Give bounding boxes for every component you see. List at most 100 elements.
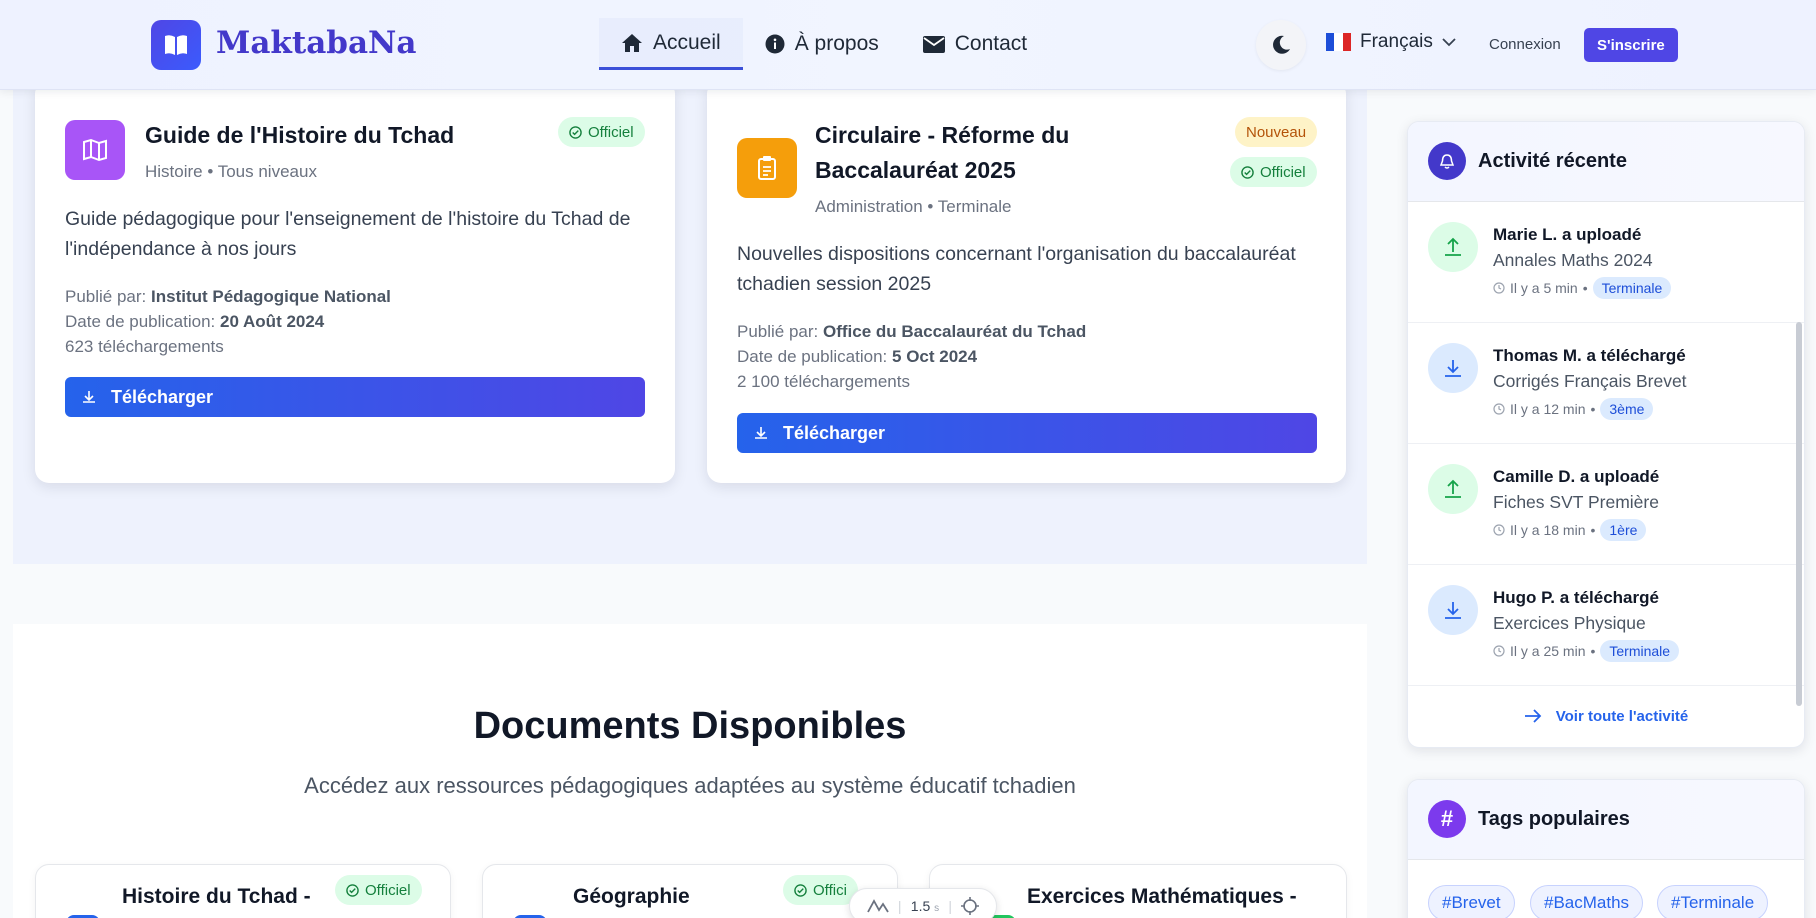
france-flag-icon [1326, 33, 1351, 51]
activity-scrollbar[interactable] [1796, 322, 1802, 706]
download-button-label: Télécharger [783, 422, 886, 443]
document-card-title: Géographie [573, 885, 690, 908]
level-tag[interactable]: 3ème [1600, 398, 1654, 420]
card-info: Publié par: Institut Pédagogique Nationa… [65, 284, 391, 359]
activity-title: Hugo P. a téléchargé [1493, 588, 1659, 607]
activity-title: Thomas M. a téléchargé [1493, 346, 1686, 365]
recent-activity-panel: Activité récente Marie L. a uploadé Anna… [1407, 121, 1805, 748]
activity-file: Exercices Physique [1493, 613, 1646, 633]
official-badge: Officiel [335, 875, 422, 905]
check-circle-icon [1241, 165, 1254, 179]
activity-file: Fiches SVT Première [1493, 492, 1659, 512]
activity-time-text: Il y a 18 min [1510, 522, 1586, 538]
download-button[interactable]: Télécharger [737, 413, 1317, 453]
envelope-icon [922, 35, 945, 53]
official-badge: Officiel [1230, 157, 1317, 187]
download-count: 623 téléchargements [65, 337, 224, 356]
nav-contact[interactable]: Contact [901, 18, 1049, 70]
popular-tags-header: # Tags populaires [1408, 780, 1804, 860]
download-icon [1428, 343, 1478, 393]
activity-time-text: Il y a 12 min [1510, 401, 1586, 417]
chevron-down-icon [1442, 37, 1456, 46]
document-card[interactable]: Histoire du Tchad - Officiel [35, 864, 451, 918]
level-tag[interactable]: 1ère [1600, 519, 1647, 541]
document-card-title: Histoire du Tchad - [122, 885, 311, 908]
level-tag[interactable]: Terminale [1600, 640, 1680, 662]
nav-accueil[interactable]: Accueil [599, 18, 743, 70]
documents-subtitle: Accédez aux ressources pédagogiques adap… [304, 773, 1076, 798]
map-icon [65, 120, 125, 180]
language-select[interactable]: Français [1326, 31, 1456, 53]
download-icon [755, 427, 767, 439]
download-button[interactable]: Télécharger [65, 377, 645, 417]
hashtag-icon: # [1428, 800, 1466, 838]
card-title[interactable]: Guide de l'Histoire du Tchad [145, 118, 454, 153]
official-badge-label: Officiel [365, 881, 411, 899]
activity-time: Il y a 18 min • 1ère [1493, 519, 1647, 541]
theme-toggle-button[interactable] [1256, 20, 1306, 70]
check-circle-icon [569, 125, 582, 139]
published-by-label: Publié par: [737, 322, 819, 341]
info-icon [765, 34, 785, 54]
tag-pill[interactable]: #Terminale [1657, 885, 1769, 918]
moon-icon [1273, 35, 1290, 54]
activity-item[interactable]: Hugo P. a téléchargé Exercices Physique … [1408, 565, 1804, 686]
see-all-label: Voir toute l'activité [1555, 707, 1689, 725]
clock-icon [1493, 403, 1505, 415]
tag-pill[interactable]: #BacMaths [1530, 885, 1644, 918]
date-label: Date de publication: [65, 312, 216, 331]
clock-icon [1493, 524, 1505, 536]
vite-logo-icon[interactable] [866, 899, 889, 913]
level-tag[interactable]: Terminale [1592, 277, 1672, 299]
floating-toolbar: | 1.5 s | [849, 888, 997, 918]
crosshair-icon[interactable] [961, 897, 980, 915]
activity-file: Corrigés Français Brevet [1493, 371, 1687, 391]
recent-activity-title: Activité récente [1478, 150, 1627, 172]
arrow-right-icon [1524, 709, 1542, 723]
featured-card: Circulaire - Réforme du Baccalauréat 202… [707, 80, 1346, 483]
tag-pill[interactable]: #Brevet [1428, 885, 1515, 918]
activity-item[interactable]: Marie L. a uploadé Annales Maths 2024 Il… [1408, 202, 1804, 323]
activity-time: Il y a 5 min • Terminale [1493, 277, 1672, 299]
signup-button[interactable]: S'inscrire [1584, 28, 1678, 62]
documents-title: Documents Disponibles [473, 705, 907, 747]
publication-date: 20 Août 2024 [220, 312, 325, 331]
check-circle-icon [794, 883, 807, 897]
official-badge: Offici [783, 875, 858, 905]
new-badge: Nouveau [1235, 117, 1318, 147]
activity-time: Il y a 12 min • 3ème [1493, 398, 1654, 420]
official-badge-label: Offici [813, 881, 847, 899]
language-label: Français [1360, 31, 1433, 52]
nav-a-propos[interactable]: À propos [743, 18, 901, 70]
logo-text[interactable]: MaktabaNa [216, 25, 416, 61]
login-link[interactable]: Connexion [1489, 36, 1561, 53]
bell-icon [1428, 142, 1466, 180]
clipboard-icon [737, 138, 797, 198]
card-description: Guide pédagogique pour l'enseignement de… [65, 208, 631, 260]
main-nav: Accueil À propos Contact [599, 18, 1049, 70]
top-navbar: MaktabaNa Accueil À propos Contact Franç… [0, 0, 1816, 90]
toolbar-value: 1.5 s [910, 898, 940, 914]
activity-item[interactable]: Camille D. a uploadé Fiches SVT Première… [1408, 444, 1804, 565]
card-meta: Histoire • Tous niveaux [145, 162, 317, 181]
logo-book-icon[interactable] [151, 20, 201, 70]
publication-date: 5 Oct 2024 [892, 347, 978, 366]
document-card-title: Exercices Mathématiques - [1027, 885, 1297, 908]
nav-accueil-label: Accueil [653, 30, 721, 54]
download-icon [1428, 585, 1478, 635]
download-button-label: Télécharger [111, 386, 214, 407]
download-count: 2 100 téléchargements [737, 372, 910, 391]
activity-item[interactable]: Thomas M. a téléchargé Corrigés Français… [1408, 323, 1804, 444]
card-info: Publié par: Office du Baccalauréat du Tc… [737, 319, 1086, 394]
official-badge-label: Officiel [588, 123, 634, 141]
clock-icon [1493, 282, 1505, 294]
activity-title: Camille D. a uploadé [1493, 467, 1660, 486]
see-all-activity-link[interactable]: Voir toute l'activité [1408, 686, 1804, 746]
card-title[interactable]: Circulaire - Réforme du Baccalauréat 202… [815, 118, 1215, 188]
card-description: Nouvelles dispositions concernant l'orga… [737, 243, 1296, 295]
nav-contact-label: Contact [954, 32, 1028, 55]
activity-file: Annales Maths 2024 [1493, 250, 1653, 270]
recent-activity-header: Activité récente [1408, 122, 1804, 202]
document-card[interactable]: Géographie Offici [482, 864, 898, 918]
upload-icon [1428, 222, 1478, 272]
